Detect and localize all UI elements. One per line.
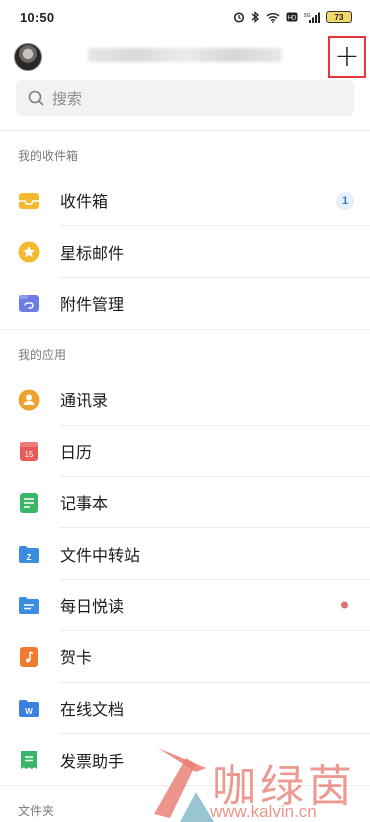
list-item-label: 文件中转站 xyxy=(60,528,370,580)
list-item-label: 记事本 xyxy=(60,477,370,529)
list-item-inbox[interactable]: 收件箱 1 xyxy=(0,175,370,227)
list-item-label: 日历 xyxy=(60,426,370,477)
list-item-greeting-card[interactable]: 贺卡 xyxy=(0,631,370,683)
list-item-invoice[interactable]: 发票助手 xyxy=(0,734,370,785)
search-placeholder: 搜索 xyxy=(52,89,83,108)
status-bar: 10:50 HD 5G 73 xyxy=(0,0,370,34)
folders-section: 文件夹 xyxy=(0,785,370,822)
plus-icon: + xyxy=(334,39,360,74)
alarm-icon xyxy=(233,12,245,23)
status-icons: HD 5G 73 xyxy=(233,11,352,23)
bluetooth-icon xyxy=(251,11,260,23)
status-time: 10:50 xyxy=(20,9,55,25)
inbox-icon xyxy=(18,190,40,212)
header: + xyxy=(0,34,370,80)
list-item-label: 附件管理 xyxy=(60,295,125,315)
unread-badge: 1 xyxy=(336,191,354,210)
account-name-redacted xyxy=(88,48,282,62)
list-item-attachments[interactable]: 附件管理 xyxy=(0,278,370,329)
folder-icon-letter: Z xyxy=(27,553,32,562)
list-item-contacts[interactable]: 通讯录 xyxy=(0,374,370,426)
wifi-icon xyxy=(266,12,280,23)
calendar-icon-day: 15 xyxy=(25,450,34,459)
list-item-label: 收件箱 xyxy=(60,175,370,227)
battery-icon: 73 xyxy=(326,11,352,23)
section-title-inbox: 我的收件箱 xyxy=(18,149,79,163)
avatar[interactable] xyxy=(14,43,42,71)
list-item-notepad[interactable]: 记事本 xyxy=(0,477,370,529)
search-icon xyxy=(28,90,44,106)
list-item-starred[interactable]: 星标邮件 xyxy=(0,226,370,278)
list-item-label: 每日悦读 xyxy=(60,580,370,632)
svg-text:HD: HD xyxy=(288,15,297,21)
star-icon xyxy=(18,241,40,263)
attachment-icon xyxy=(18,292,40,314)
inbox-list: 收件箱 1 星标邮件 附件管理 xyxy=(0,175,370,329)
notepad-icon xyxy=(18,492,40,514)
apps-section: 我的应用 通讯录 15 日历 记事本 Z 文件中转站 每日悦读 贺卡 W 在线文… xyxy=(0,329,370,785)
invoice-icon xyxy=(18,749,40,771)
doc-icon-letter: W xyxy=(25,707,33,716)
greeting-card-icon xyxy=(18,646,40,668)
calendar-icon: 15 xyxy=(18,440,40,462)
signal-icon: 5G xyxy=(304,12,320,23)
list-item-online-docs[interactable]: W 在线文档 xyxy=(0,683,370,734)
list-item-daily-read[interactable]: 每日悦读 xyxy=(0,580,370,632)
hd-icon: HD xyxy=(286,12,298,22)
folder-transfer-icon: Z xyxy=(18,543,40,565)
online-doc-icon: W xyxy=(18,697,40,719)
add-button[interactable]: + xyxy=(328,36,366,78)
contacts-icon xyxy=(18,389,40,411)
list-item-label: 通讯录 xyxy=(60,374,370,426)
list-item-calendar[interactable]: 15 日历 xyxy=(0,426,370,477)
search-bar[interactable]: 搜索 xyxy=(16,80,354,116)
daily-read-icon xyxy=(18,594,40,616)
list-item-file-transfer[interactable]: Z 文件中转站 xyxy=(0,528,370,580)
svg-text:5G: 5G xyxy=(304,13,311,19)
section-title-apps: 我的应用 xyxy=(18,348,67,363)
new-content-dot xyxy=(341,601,348,609)
list-item-label: 发票助手 xyxy=(60,751,125,771)
list-item-label: 在线文档 xyxy=(60,683,370,734)
list-item-label: 贺卡 xyxy=(60,631,370,683)
section-title-folders: 文件夹 xyxy=(18,804,55,819)
list-item-label: 星标邮件 xyxy=(60,226,370,278)
